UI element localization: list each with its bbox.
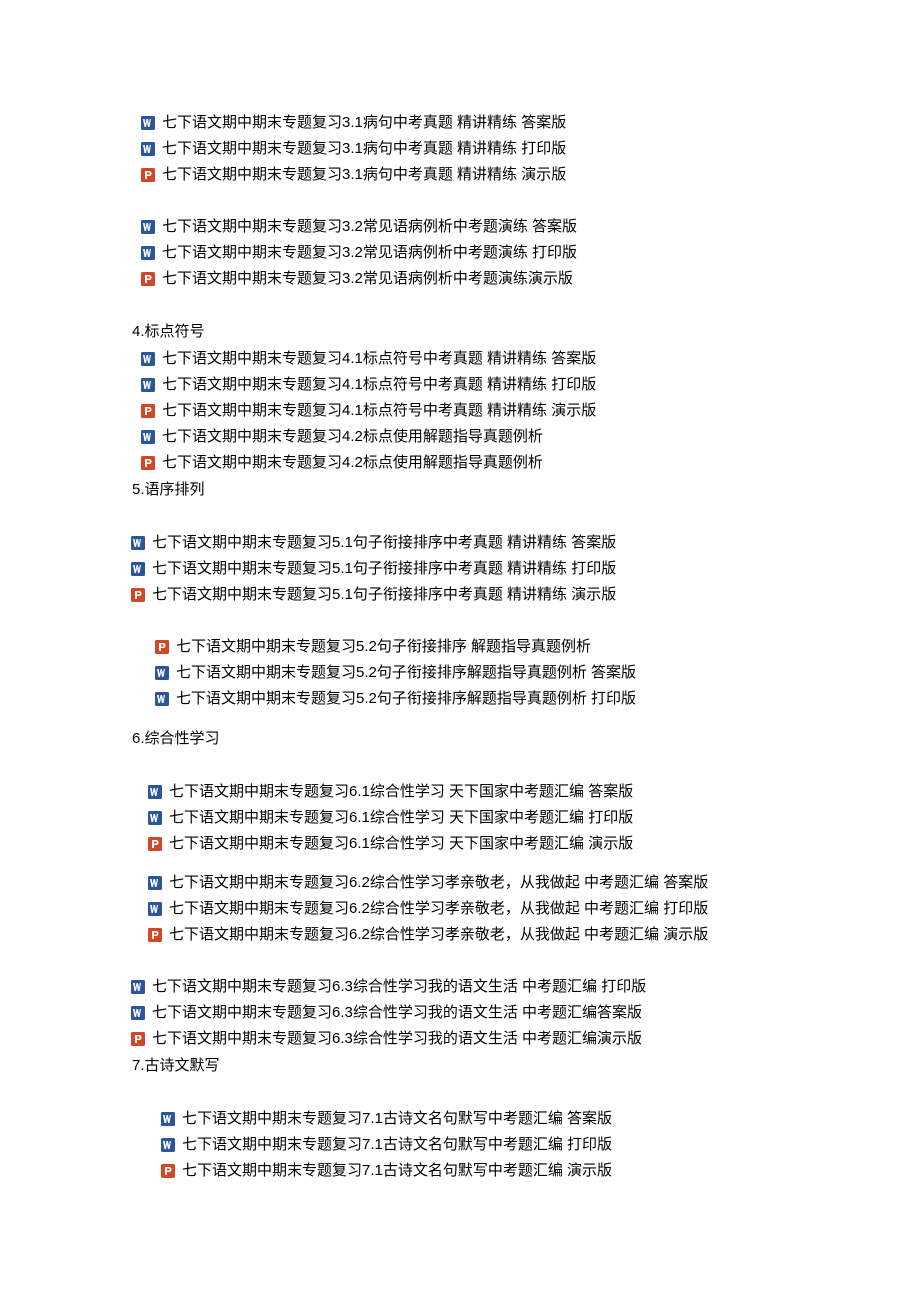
section-heading: 7.古诗文默写 bbox=[130, 1052, 920, 1080]
file-list-item[interactable]: 七下语文期中期末专题复习4.2标点使用解题指导真题例析 bbox=[130, 424, 920, 450]
file-name-label: 七下语文期中期末专题复习3.1病句中考真题 精讲精练 打印版 bbox=[162, 136, 566, 162]
section-heading: 6.综合性学习 bbox=[130, 725, 920, 753]
file-name-label: 七下语文期中期末专题复习6.3综合性学习我的语文生活 中考题汇编演示版 bbox=[152, 1026, 642, 1052]
word-doc-icon bbox=[147, 784, 163, 800]
file-list-item[interactable]: 七下语文期中期末专题复习3.1病句中考真题 精讲精练 打印版 bbox=[130, 136, 920, 162]
word-doc-icon bbox=[154, 665, 170, 681]
word-doc-icon bbox=[140, 141, 156, 157]
file-name-label: 七下语文期中期末专题复习5.2句子衔接排序 解题指导真题例析 bbox=[176, 634, 591, 660]
file-list-item[interactable]: 七下语文期中期末专题复习5.2句子衔接排序 解题指导真题例析 bbox=[130, 634, 920, 660]
ppt-doc-icon bbox=[130, 1031, 146, 1047]
file-name-label: 七下语文期中期末专题复习4.1标点符号中考真题 精讲精练 打印版 bbox=[162, 372, 596, 398]
word-doc-icon bbox=[140, 245, 156, 261]
file-list-item[interactable]: 七下语文期中期末专题复习5.1句子衔接排序中考真题 精讲精练 打印版 bbox=[130, 556, 920, 582]
word-doc-icon bbox=[130, 561, 146, 577]
file-name-label: 七下语文期中期末专题复习3.2常见语病例析中考题演练 打印版 bbox=[162, 240, 577, 266]
file-name-label: 七下语文期中期末专题复习6.1综合性学习 天下国家中考题汇编 演示版 bbox=[169, 831, 633, 857]
section-heading: 5.语序排列 bbox=[130, 476, 920, 504]
file-name-label: 七下语文期中期末专题复习7.1古诗文名句默写中考题汇编 演示版 bbox=[182, 1158, 612, 1184]
file-list-item[interactable]: 七下语文期中期末专题复习3.2常见语病例析中考题演练 打印版 bbox=[130, 240, 920, 266]
file-name-label: 七下语文期中期末专题复习4.2标点使用解题指导真题例析 bbox=[162, 450, 543, 476]
file-name-label: 七下语文期中期末专题复习6.3综合性学习我的语文生活 中考题汇编 打印版 bbox=[152, 974, 646, 1000]
word-doc-icon bbox=[160, 1137, 176, 1153]
file-name-label: 七下语文期中期末专题复习7.1古诗文名句默写中考题汇编 答案版 bbox=[182, 1106, 612, 1132]
ppt-doc-icon bbox=[140, 403, 156, 419]
file-list-item[interactable]: 七下语文期中期末专题复习6.2综合性学习孝亲敬老，从我做起 中考题汇编 答案版 bbox=[130, 870, 920, 896]
word-doc-icon bbox=[140, 219, 156, 235]
file-name-label: 七下语文期中期末专题复习5.1句子衔接排序中考真题 精讲精练 打印版 bbox=[152, 556, 616, 582]
file-name-label: 七下语文期中期末专题复习5.1句子衔接排序中考真题 精讲精练 答案版 bbox=[152, 530, 616, 556]
file-list-item[interactable]: 七下语文期中期末专题复习4.1标点符号中考真题 精讲精练 答案版 bbox=[130, 346, 920, 372]
file-list-item[interactable]: 七下语文期中期末专题复习6.1综合性学习 天下国家中考题汇编 演示版 bbox=[130, 831, 920, 857]
file-name-label: 七下语文期中期末专题复习3.1病句中考真题 精讲精练 演示版 bbox=[162, 162, 566, 188]
word-doc-icon bbox=[140, 429, 156, 445]
file-name-label: 七下语文期中期末专题复习6.3综合性学习我的语文生活 中考题汇编答案版 bbox=[152, 1000, 642, 1026]
word-doc-icon bbox=[154, 691, 170, 707]
file-name-label: 七下语文期中期末专题复习6.1综合性学习 天下国家中考题汇编 打印版 bbox=[169, 805, 633, 831]
file-list-item[interactable]: 七下语文期中期末专题复习6.2综合性学习孝亲敬老，从我做起 中考题汇编 打印版 bbox=[130, 896, 920, 922]
file-name-label: 七下语文期中期末专题复习3.2常见语病例析中考题演练演示版 bbox=[162, 266, 573, 292]
document-content: 七下语文期中期末专题复习3.1病句中考真题 精讲精练 答案版七下语文期中期末专题… bbox=[0, 110, 920, 1210]
file-list-item[interactable]: 七下语文期中期末专题复习6.1综合性学习 天下国家中考题汇编 答案版 bbox=[130, 779, 920, 805]
file-name-label: 七下语文期中期末专题复习4.1标点符号中考真题 精讲精练 答案版 bbox=[162, 346, 596, 372]
file-list-item[interactable]: 七下语文期中期末专题复习5.2句子衔接排序解题指导真题例析 打印版 bbox=[130, 686, 920, 712]
file-list-item[interactable]: 七下语文期中期末专题复习6.3综合性学习我的语文生活 中考题汇编答案版 bbox=[130, 1000, 920, 1026]
file-list-item[interactable]: 七下语文期中期末专题复习7.1古诗文名句默写中考题汇编 打印版 bbox=[130, 1132, 920, 1158]
ppt-doc-icon bbox=[140, 167, 156, 183]
file-list-item[interactable]: 七下语文期中期末专题复习3.2常见语病例析中考题演练 答案版 bbox=[130, 214, 920, 240]
file-list-item[interactable]: 七下语文期中期末专题复习3.2常见语病例析中考题演练演示版 bbox=[130, 266, 920, 292]
file-name-label: 七下语文期中期末专题复习6.2综合性学习孝亲敬老，从我做起 中考题汇编 演示版 bbox=[169, 922, 708, 948]
word-doc-icon bbox=[147, 810, 163, 826]
word-doc-icon bbox=[140, 377, 156, 393]
ppt-doc-icon bbox=[160, 1163, 176, 1179]
file-list-item[interactable]: 七下语文期中期末专题复习5.2句子衔接排序解题指导真题例析 答案版 bbox=[130, 660, 920, 686]
file-name-label: 七下语文期中期末专题复习5.2句子衔接排序解题指导真题例析 打印版 bbox=[176, 686, 636, 712]
file-list-item[interactable]: 七下语文期中期末专题复习4.1标点符号中考真题 精讲精练 演示版 bbox=[130, 398, 920, 424]
file-name-label: 七下语文期中期末专题复习4.1标点符号中考真题 精讲精练 演示版 bbox=[162, 398, 596, 424]
file-name-label: 七下语文期中期末专题复习6.2综合性学习孝亲敬老，从我做起 中考题汇编 打印版 bbox=[169, 896, 708, 922]
section-heading: 4.标点符号 bbox=[130, 318, 920, 346]
word-doc-icon bbox=[147, 901, 163, 917]
file-list-item[interactable]: 七下语文期中期末专题复习3.1病句中考真题 精讲精练 答案版 bbox=[130, 110, 920, 136]
file-name-label: 七下语文期中期末专题复习5.1句子衔接排序中考真题 精讲精练 演示版 bbox=[152, 582, 616, 608]
ppt-doc-icon bbox=[130, 587, 146, 603]
file-list-item[interactable]: 七下语文期中期末专题复习6.1综合性学习 天下国家中考题汇编 打印版 bbox=[130, 805, 920, 831]
file-name-label: 七下语文期中期末专题复习3.1病句中考真题 精讲精练 答案版 bbox=[162, 110, 566, 136]
ppt-doc-icon bbox=[147, 927, 163, 943]
file-list-item[interactable]: 七下语文期中期末专题复习5.1句子衔接排序中考真题 精讲精练 答案版 bbox=[130, 530, 920, 556]
file-list-item[interactable]: 七下语文期中期末专题复习6.3综合性学习我的语文生活 中考题汇编演示版 bbox=[130, 1026, 920, 1052]
file-list-item[interactable]: 七下语文期中期末专题复习6.2综合性学习孝亲敬老，从我做起 中考题汇编 演示版 bbox=[130, 922, 920, 948]
file-list-item[interactable]: 七下语文期中期末专题复习4.2标点使用解题指导真题例析 bbox=[130, 450, 920, 476]
file-name-label: 七下语文期中期末专题复习5.2句子衔接排序解题指导真题例析 答案版 bbox=[176, 660, 636, 686]
ppt-doc-icon bbox=[140, 455, 156, 471]
ppt-doc-icon bbox=[154, 639, 170, 655]
word-doc-icon bbox=[140, 351, 156, 367]
file-list-item[interactable]: 七下语文期中期末专题复习7.1古诗文名句默写中考题汇编 演示版 bbox=[130, 1158, 920, 1184]
file-list-item[interactable]: 七下语文期中期末专题复习3.1病句中考真题 精讲精练 演示版 bbox=[130, 162, 920, 188]
file-name-label: 七下语文期中期末专题复习4.2标点使用解题指导真题例析 bbox=[162, 424, 543, 450]
word-doc-icon bbox=[140, 115, 156, 131]
ppt-doc-icon bbox=[140, 271, 156, 287]
word-doc-icon bbox=[147, 875, 163, 891]
file-list-item[interactable]: 七下语文期中期末专题复习6.3综合性学习我的语文生活 中考题汇编 打印版 bbox=[130, 974, 920, 1000]
file-name-label: 七下语文期中期末专题复习7.1古诗文名句默写中考题汇编 打印版 bbox=[182, 1132, 612, 1158]
file-list-item[interactable]: 七下语文期中期末专题复习4.1标点符号中考真题 精讲精练 打印版 bbox=[130, 372, 920, 398]
file-list-item[interactable]: 七下语文期中期末专题复习7.1古诗文名句默写中考题汇编 答案版 bbox=[130, 1106, 920, 1132]
file-name-label: 七下语文期中期末专题复习6.1综合性学习 天下国家中考题汇编 答案版 bbox=[169, 779, 633, 805]
file-name-label: 七下语文期中期末专题复习6.2综合性学习孝亲敬老，从我做起 中考题汇编 答案版 bbox=[169, 870, 708, 896]
word-doc-icon bbox=[130, 535, 146, 551]
word-doc-icon bbox=[160, 1111, 176, 1127]
word-doc-icon bbox=[130, 979, 146, 995]
file-list-item[interactable]: 七下语文期中期末专题复习5.1句子衔接排序中考真题 精讲精练 演示版 bbox=[130, 582, 920, 608]
word-doc-icon bbox=[130, 1005, 146, 1021]
file-name-label: 七下语文期中期末专题复习3.2常见语病例析中考题演练 答案版 bbox=[162, 214, 577, 240]
ppt-doc-icon bbox=[147, 836, 163, 852]
